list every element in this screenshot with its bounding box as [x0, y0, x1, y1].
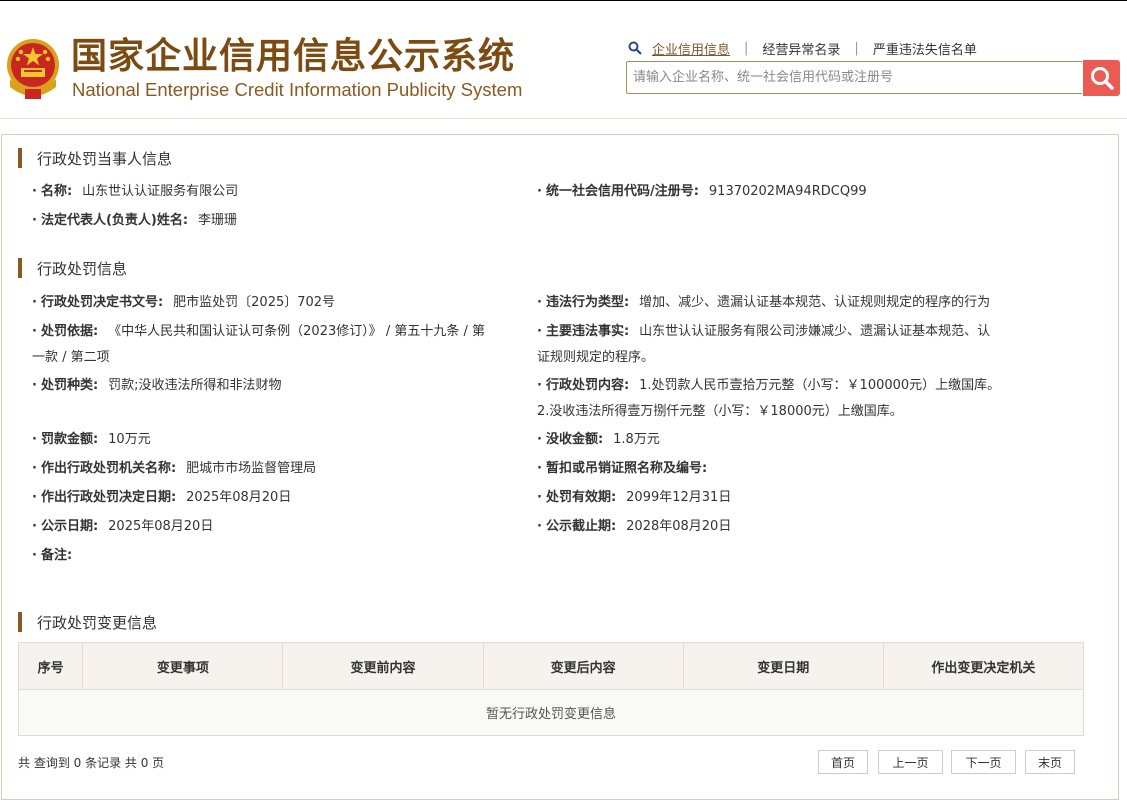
column-header-before: 变更前内容	[282, 642, 484, 690]
field-decision-date: · 作出行政处罚决定日期: 2025年08月20日	[32, 490, 292, 505]
change-table: 序号 变更事项 变更前内容 变更后内容 变更日期 作出变更决定机关 暂无行政处罚…	[17, 642, 1085, 736]
section-marker	[18, 148, 22, 168]
site-title-cn: 国家企业信用信息公示系统	[71, 36, 516, 77]
field-decision-no: · 行政处罚决定书文号: 肥市监处罚〔2025〕702号	[32, 295, 336, 310]
search-icon	[628, 41, 642, 55]
field-value-continued: 证规则规定的程序。	[537, 350, 655, 365]
field-label: 公示日期:	[40, 519, 99, 534]
field-value: 1.8万元	[613, 432, 660, 447]
search-input[interactable]	[627, 62, 1079, 93]
field-penalty-content: · 行政处罚内容: 1.处罚款人民币壹拾万元整（小写：￥100000元）上缴国库。 …	[537, 373, 1047, 425]
nav-separator: |	[854, 40, 859, 56]
field-value-continued: 2.没收违法所得壹万捌仟元整（小写：￥18000元）上缴国库。	[537, 404, 903, 419]
section-party-info: 行政处罚当事人信息	[18, 148, 172, 168]
section-marker	[18, 258, 22, 278]
field-label: 作出行政处罚决定日期:	[40, 490, 177, 505]
table-row: 暂无行政处罚变更信息	[18, 689, 1084, 736]
site-title-en: National Enterprise Credit Information P…	[72, 79, 523, 100]
field-fine-amount: · 罚款金额: 10万元	[32, 432, 151, 447]
section-title: 行政处罚信息	[37, 259, 128, 278]
field-value: 2099年12月31日	[626, 490, 732, 505]
field-label: 处罚种类:	[40, 378, 99, 393]
field-label: 作出行政处罚机关名称:	[40, 461, 177, 476]
field-value: 山东世认认证服务有限公司	[82, 184, 239, 199]
field-label: 法定代表人(负责人)姓名:	[40, 213, 189, 228]
prev-page-button[interactable]: 上一页	[878, 750, 943, 774]
field-publish-end: · 公示截止期: 2028年08月20日	[537, 519, 732, 534]
field-label: 罚款金额:	[40, 432, 99, 447]
field-confiscation-amount: · 没收金额: 1.8万元	[537, 432, 660, 447]
header-divider	[0, 118, 1127, 119]
field-legal-rep: · 法定代表人(负责人)姓名: 李珊珊	[32, 213, 238, 228]
top-nav: 企业信用信息 | 经营异常名录 | 严重违法失信名单	[628, 37, 977, 59]
field-value-continued: 一款 / 第二项	[32, 350, 110, 365]
field-value: 肥市监处罚〔2025〕702号	[173, 295, 336, 310]
field-valid-until: · 处罚有效期: 2099年12月31日	[537, 490, 732, 505]
field-label: 主要违法事实:	[545, 324, 630, 339]
field-label: 名称:	[40, 184, 73, 199]
table-header-row: 序号 变更事项 变更前内容 变更后内容 变更日期 作出变更决定机关	[17, 642, 1085, 690]
field-label: 统一社会信用代码/注册号:	[545, 184, 699, 199]
search-button[interactable]	[1083, 60, 1120, 96]
field-value: 2025年08月20日	[186, 490, 292, 505]
nav-enterprise-credit-info[interactable]: 企业信用信息	[652, 39, 730, 58]
penalty-detail-panel: 行政处罚当事人信息 · 名称: 山东世认认证服务有限公司 · 统一社会信用代码/注册号…	[1, 134, 1119, 800]
section-title: 行政处罚变更信息	[37, 613, 158, 632]
section-change-info: 行政处罚变更信息	[18, 612, 157, 632]
field-value: 增加、减少、遗漏认证基本规范、认证规则规定的程序的行为	[639, 295, 991, 310]
field-label: 备注:	[40, 548, 73, 563]
field-label: 暂扣或吊销证照名称及编号:	[545, 461, 708, 476]
field-category: · 处罚种类: 罚款;没收违法所得和非法财物	[32, 378, 282, 393]
field-value: 山东世认认证服务有限公司涉嫌减少、遗漏认证基本规范、认	[639, 324, 991, 339]
national-emblem-icon	[7, 39, 59, 99]
field-credit-code: · 统一社会信用代码/注册号: 91370202MA94RDCQ99	[537, 184, 867, 199]
column-header-change-date: 变更日期	[682, 642, 884, 690]
field-label: 处罚依据:	[40, 324, 99, 339]
empty-table-message: 暂无行政处罚变更信息	[18, 689, 1084, 736]
field-publish-date: · 公示日期: 2025年08月20日	[32, 519, 214, 534]
field-value: 2028年08月20日	[626, 519, 732, 534]
next-page-button[interactable]: 下一页	[951, 750, 1016, 774]
field-label: 行政处罚决定书文号:	[40, 295, 164, 310]
section-title: 行政处罚当事人信息	[37, 149, 173, 168]
field-value: 91370202MA94RDCQ99	[708, 184, 867, 199]
field-label: 违法行为类型:	[545, 295, 630, 310]
field-value: 《中华人民共和国认证认可条例（2023修订）》 / 第五十九条 / 第	[108, 324, 486, 339]
field-basis: · 处罚依据: 《中华人民共和国认证认可条例（2023修订）》 / 第五十九条 / …	[32, 319, 537, 371]
field-label: 公示截止期:	[545, 519, 617, 534]
column-header-after: 变更后内容	[482, 642, 684, 690]
field-value: 肥城市市场监督管理局	[186, 461, 317, 476]
field-remark: · 备注:	[32, 548, 73, 563]
column-header-change-item: 变更事项	[82, 642, 284, 690]
field-label: 没收金额:	[545, 432, 604, 447]
field-main-facts: · 主要违法事实: 山东世认认证服务有限公司涉嫌减少、遗漏认证基本规范、认 证规则规…	[537, 319, 1037, 371]
field-name: · 名称: 山东世认认证服务有限公司	[32, 184, 239, 199]
nav-serious-violation-list[interactable]: 严重违法失信名单	[873, 39, 977, 58]
column-header-index: 序号	[17, 642, 84, 690]
first-page-button[interactable]: 首页	[818, 750, 868, 774]
field-license: · 暂扣或吊销证照名称及编号:	[537, 461, 708, 476]
search-box	[626, 61, 1082, 94]
nav-separator: |	[744, 40, 749, 56]
last-page-button[interactable]: 末页	[1025, 750, 1075, 774]
field-value: 李珊珊	[198, 213, 238, 228]
field-value: 1.处罚款人民币壹拾万元整（小写：￥100000元）上缴国库。	[639, 378, 1001, 393]
field-authority: · 作出行政处罚机关名称: 肥城市市场监督管理局	[32, 461, 317, 476]
field-label: 处罚有效期:	[545, 490, 617, 505]
section-marker	[18, 612, 22, 632]
search-icon	[1090, 67, 1114, 90]
pagination-summary: 共 查询到 0 条记录 共 0 页	[18, 756, 165, 770]
field-label: 行政处罚内容:	[545, 378, 630, 393]
field-value: 2025年08月20日	[108, 519, 214, 534]
column-header-authority: 作出变更决定机关	[882, 642, 1085, 690]
field-value: 罚款;没收违法所得和非法财物	[108, 378, 282, 393]
section-penalty-info: 行政处罚信息	[18, 258, 127, 278]
site-header: 国家企业信用信息公示系统 National Enterprise Credit …	[0, 1, 1127, 118]
field-value: 10万元	[108, 432, 151, 447]
nav-abnormal-operation-list[interactable]: 经营异常名录	[762, 39, 840, 58]
field-violation-type: · 违法行为类型: 增加、减少、遗漏认证基本规范、认证规则规定的程序的行为	[537, 295, 991, 310]
